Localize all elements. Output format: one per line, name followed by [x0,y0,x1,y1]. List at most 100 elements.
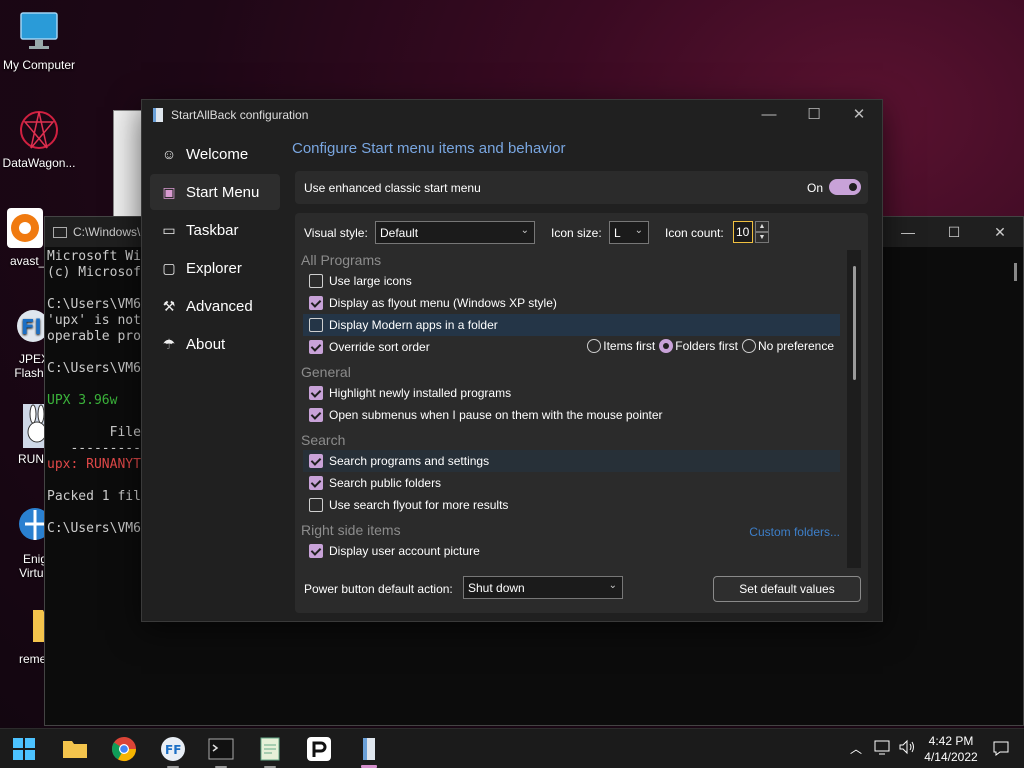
option-large-icons[interactable]: Use large icons [303,270,840,292]
icon-size-value: L [614,226,621,240]
desktop-icon-label: DataWagon... [2,156,76,170]
enhanced-menu-toggle[interactable] [829,179,861,195]
icon-count-stepper[interactable]: 10 ▲ ▼ [733,221,773,244]
console-minimize-button[interactable]: — [885,217,931,247]
enigma-icon [3,504,51,548]
checkbox[interactable] [309,386,323,400]
console-icon [53,226,67,238]
checkbox[interactable] [309,274,323,288]
config-window[interactable]: StartAllBack configuration — ☐ ✕ ☺ Welco… [141,99,883,622]
taskbar-icon: ▭ [162,221,176,238]
console-scrollbar[interactable] [1014,263,1017,281]
pe-tool-taskbar-button[interactable] [305,735,333,763]
checkbox[interactable] [309,340,323,354]
option-search-public[interactable]: Search public folders [303,472,840,494]
option-open-submenus[interactable]: Open submenus when I pause on them with … [303,404,840,426]
ffdec-taskbar-button[interactable]: FF [159,735,187,768]
console-line: Microsoft Wi [47,249,141,264]
console-file-line: File [47,425,141,440]
section-general: General [301,364,351,380]
icon-count-value[interactable]: 10 [733,221,753,243]
nav-item-taskbar[interactable]: ▭ Taskbar [150,212,280,248]
svg-text:Fl: Fl [21,315,42,339]
option-flyout-menu[interactable]: Display as flyout menu (Windows XP style… [303,292,840,314]
nav-item-label: Explorer [186,259,242,277]
enhanced-menu-state: On [807,181,824,195]
config-titlebar[interactable]: StartAllBack configuration — ☐ ✕ [142,100,882,130]
radio-label: No preference [757,339,834,353]
option-user-picture[interactable]: Display user account picture [303,540,840,562]
scrollbar-thumb[interactable] [853,266,856,380]
console-maximize-button[interactable]: ☐ [931,217,977,247]
checkbox[interactable] [309,544,323,558]
options-list[interactable]: All Programs Use large icons Display as … [295,250,846,568]
smile-icon: ☺ [161,146,177,162]
visual-style-label: Visual style: [304,226,368,240]
options-scrollbar[interactable] [847,250,861,568]
editor-taskbar-button[interactable] [256,735,284,768]
power-button-label: Power button default action: [304,582,453,596]
checkbox[interactable] [309,454,323,468]
nav-item-welcome[interactable]: ☺ Welcome [150,136,280,172]
show-hidden-icons-chevron-icon[interactable]: ︿ [850,740,862,768]
startallback-taskbar-button[interactable] [355,735,383,768]
minimize-button[interactable]: — [746,100,792,130]
option-label: Use large icons [329,274,412,288]
nav-item-explorer[interactable]: ▢ Explorer [150,250,280,286]
option-search-flyout[interactable]: Use search flyout for more results [303,494,840,516]
nav-item-about[interactable]: ☂ About [150,326,280,362]
console-dash-line: --------- [47,441,141,456]
volume-icon[interactable] [898,738,916,768]
radio-items-first[interactable]: Items first [587,339,655,353]
network-icon[interactable] [873,738,891,768]
folder-icon [3,604,49,648]
visual-style-select[interactable]: Default ⌄ [375,221,535,244]
console-output: Microsoft Wi (c) Microsof C:\Users\VM6 '… [47,249,141,537]
terminal-taskbar-button[interactable] [207,735,235,768]
checkbox[interactable] [309,476,323,490]
desktop-icon-my-computer[interactable]: My Computer [0,10,78,72]
power-button-select[interactable]: Shut down ⌄ [463,576,623,599]
file-explorer-taskbar-button[interactable] [61,735,89,763]
start-button[interactable] [10,735,38,763]
decrement-icon[interactable]: ▼ [755,232,769,243]
sort-order-radios: Items first Folders first No preference [583,339,834,353]
option-override-sort[interactable]: Override sort order Items first Folders … [303,336,840,358]
option-search-programs[interactable]: Search programs and settings [303,450,840,472]
avast-icon [3,206,47,250]
radio-circle [659,339,674,353]
chrome-taskbar-button[interactable] [110,735,138,763]
checkbox[interactable] [309,408,323,422]
close-button[interactable]: ✕ [836,100,882,130]
section-right-side: Right side items [301,522,401,538]
start-menu-icon: ▣ [162,183,176,200]
notifications-icon[interactable] [992,739,1010,768]
checkbox[interactable] [309,296,323,310]
section-all-programs: All Programs [301,252,382,268]
custom-folders-link[interactable]: Custom folders... [749,525,840,539]
maximize-button[interactable]: ☐ [791,100,837,130]
nav-item-start-menu[interactable]: ▣ Start Menu [150,174,280,210]
enhanced-menu-row: Use enhanced classic start menu On [295,171,868,204]
console-packed-line: Packed 1 fil [47,489,141,504]
radio-folders-first[interactable]: Folders first [659,339,738,353]
nav-item-advanced[interactable]: ⚒ Advanced [150,288,280,324]
radio-no-preference[interactable]: No preference [741,339,834,353]
radio-label: Folders first [675,339,738,353]
desktop-icon-datawagon[interactable]: DataWagon... [0,108,78,170]
increment-icon[interactable]: ▲ [755,221,769,232]
startallback-icon [153,108,163,122]
start-menu-options-panel: Visual style: Default ⌄ Icon size: L ⌄ I… [295,213,868,613]
checkbox[interactable] [309,498,323,512]
console-close-button[interactable]: ✕ [977,217,1023,247]
icon-size-label: Icon size: [551,226,602,240]
notepad-icon [260,737,280,761]
icon-size-select[interactable]: L ⌄ [609,221,649,244]
option-highlight-new[interactable]: Highlight newly installed programs [303,382,840,404]
radio-label: Items first [603,339,656,353]
set-default-values-button[interactable]: Set default values [713,576,861,602]
taskbar-clock[interactable]: 4:42 PM 4/14/2022 [918,733,984,765]
nav-item-label: About [186,335,226,353]
checkbox[interactable] [309,318,323,332]
option-modern-apps-folder[interactable]: Display Modern apps in a folder [303,314,840,336]
